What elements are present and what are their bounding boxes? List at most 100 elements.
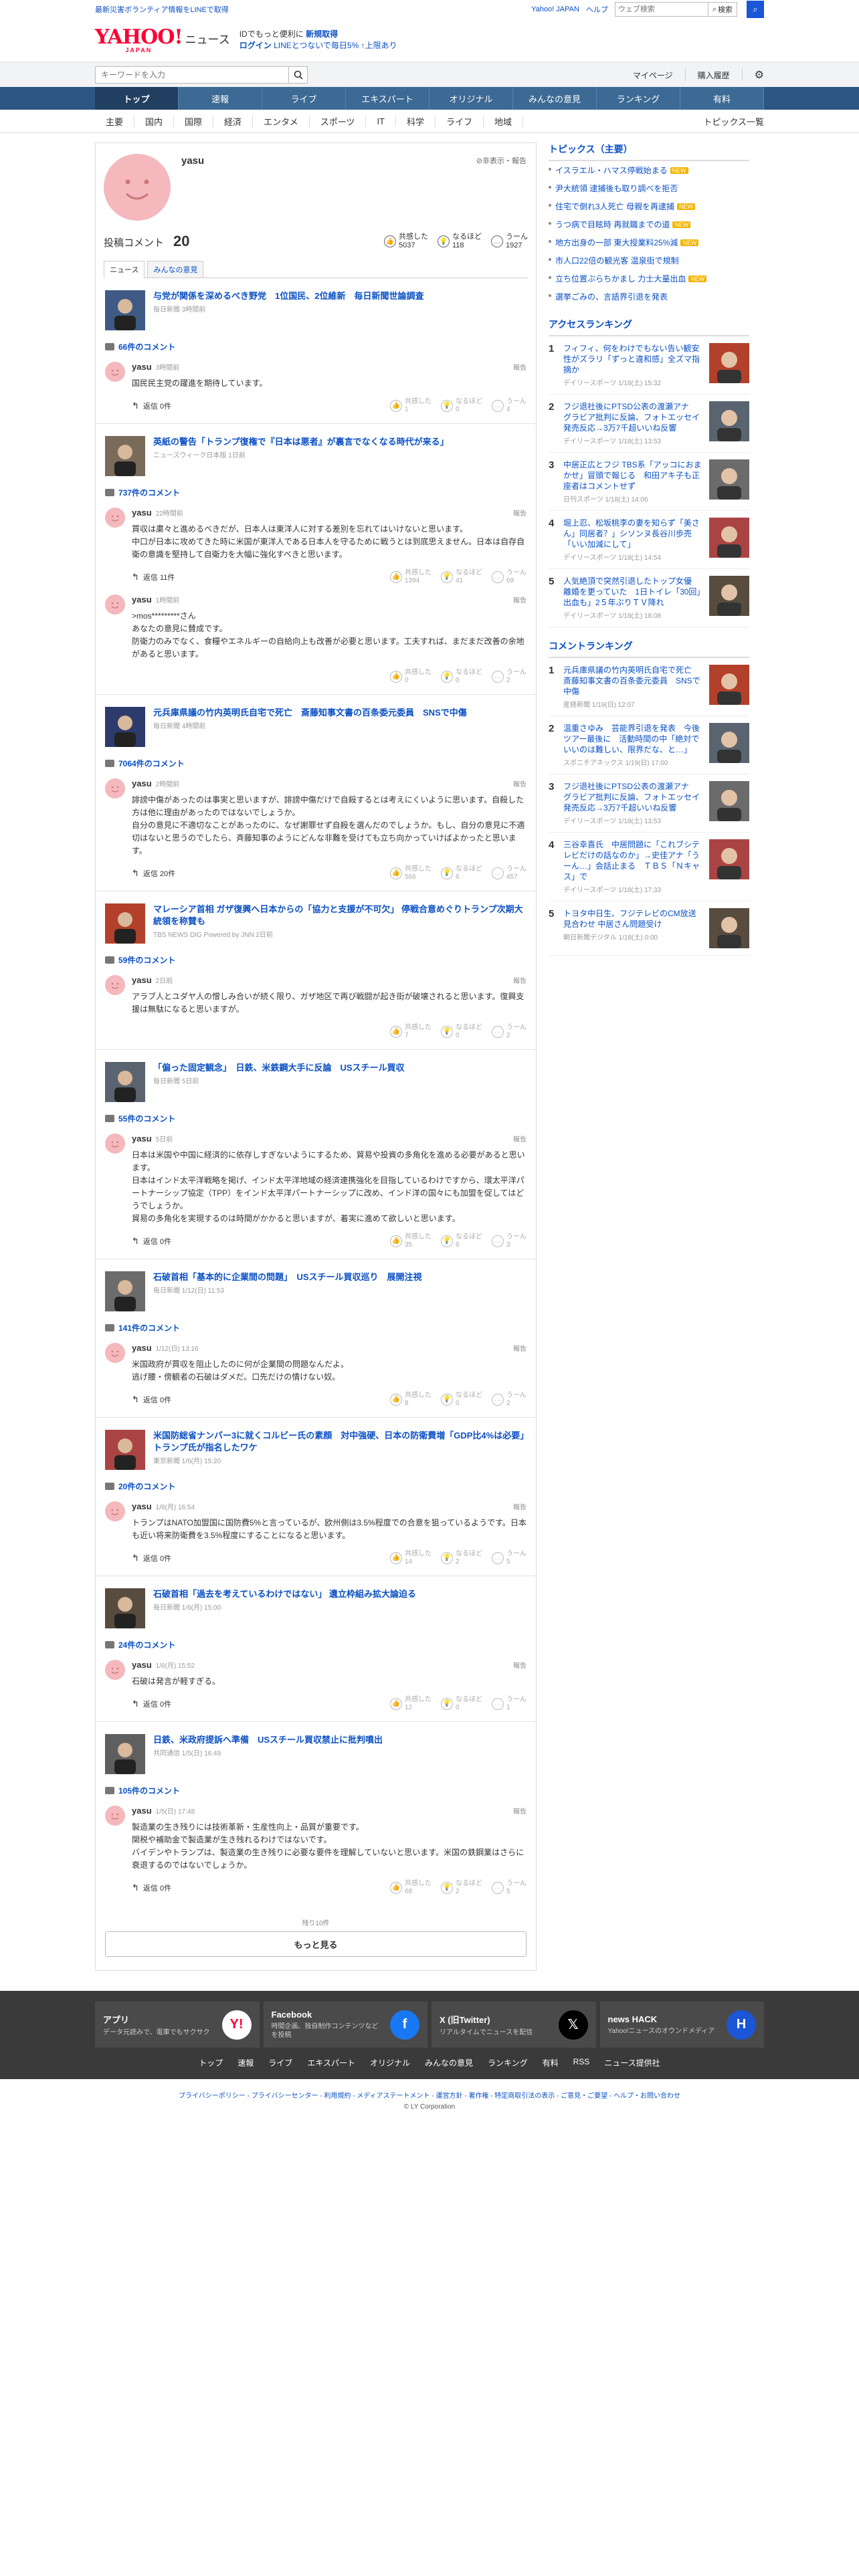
vote-button[interactable]: 💡 なるほど 0 [441, 1024, 482, 1040]
vote-button[interactable]: 💡 なるほど 0 [441, 1696, 482, 1712]
vote-button[interactable]: 👍 共感した 8 [390, 1392, 432, 1408]
ranking-item[interactable]: 5 トヨタ中日生、フジテレビのCM放送見合わせ 中居さん問題受け 朝日新聞デジタル … [549, 901, 749, 956]
article-title-link[interactable]: 英紙の警告「トランプ復権で『日本は悪者』が裏言でなくなる時代が来る」 [153, 437, 449, 447]
report-link[interactable]: 報告 [513, 595, 527, 605]
ranking-item[interactable]: 2 フジ退社後にPTSD公表の渡瀬アナ グラビア批判に反論、フォトエッセイ発売反応… [549, 395, 749, 453]
ranking-title[interactable]: 人気絶頂で突然引退したトップ女優 離婚を更っていた 1日トイレ「30回」出血も」… [563, 576, 704, 608]
ranking-title[interactable]: 堀上忍、松坂桃李の妻を知らず「美さん」同居者？」シソンヌ長谷川歩売「いい加減にし… [563, 518, 704, 550]
vote-button[interactable]: 👍 共感した 35 [390, 1233, 432, 1249]
ranking-item[interactable]: 5 人気絶頂で突然引退したトップ女優 離婚を更っていた 1日トイレ「30回」出血も… [549, 569, 749, 627]
nav-item[interactable]: トップ [95, 87, 179, 110]
article-title-link[interactable]: 米国防総省ナンバー3に就くコルビー氏の素顔 対中強硬、日本の防衛費増「GDP比4… [153, 1430, 524, 1453]
yahoo-japan-link[interactable]: Yahoo! JAPAN [531, 5, 579, 13]
vote-button[interactable]: 💡 なるほど 0 [441, 398, 482, 414]
vote-button[interactable]: 💡 なるほど 6 [441, 865, 482, 881]
vote-button[interactable]: … うーん 3 [492, 1233, 527, 1249]
vote-button[interactable]: 👍 共感した 566 [390, 865, 432, 881]
vote-button[interactable]: 💡 なるほど 41 [441, 569, 482, 585]
reply-button[interactable]: ↰ 返信 0件 [132, 1394, 171, 1405]
new-account-link[interactable]: 新規取得 [306, 29, 338, 39]
vote-button[interactable]: 👍 共感した 0 [390, 669, 432, 685]
topic-item[interactable]: 市人口22倍の観光客 温泉街で規制 [549, 251, 749, 270]
reply-button[interactable]: ↰ 返信 11件 [132, 572, 175, 582]
app-link[interactable]: X (旧Twitter) リアルタイムでニュースを配信 𝕏 [432, 2002, 596, 2048]
ranking-item[interactable]: 4 堀上忍、松坂桃李の妻を知らず「美さん」同居者？」シソンヌ長谷川歩売「いい加減に… [549, 511, 749, 569]
vote-button[interactable]: … うーん 2 [492, 1392, 527, 1408]
reply-button[interactable]: ↰ 返信 0件 [132, 1699, 171, 1709]
ranking-item[interactable]: 3 フジ退社後にPTSD公表の渡瀬アナ グラビア批判に反論、フォトエッセイ発売反応… [549, 774, 749, 833]
comment-count-link[interactable]: 7064件のコメント [105, 758, 527, 769]
nav-item[interactable]: オリジナル [430, 87, 513, 110]
category-item[interactable]: IT [366, 116, 396, 126]
ranking-title[interactable]: フジ退社後にPTSD公表の渡瀬アナ グラビア批判に反論、フォトエッセイ発売反応→… [563, 781, 704, 813]
vote-button[interactable]: 👍 共感した 7 [390, 1024, 432, 1040]
footer-nav-item[interactable]: エキスパート [307, 2057, 355, 2068]
ranking-item[interactable]: 4 三谷幸喜氏 中居問題に「これブシテレビだけの話なのか」→史佳アナ「うーん…」会… [549, 833, 749, 901]
comment-user[interactable]: yasu [132, 1501, 152, 1511]
purchase-history-link[interactable]: 購入履歴 [698, 70, 730, 81]
nav-item[interactable]: ランキング [597, 87, 680, 110]
app-link[interactable]: アプリ データ元読みで、電車でもサクサク Y! [95, 2002, 260, 2048]
vote-button[interactable]: … うーん 5 [492, 1550, 527, 1566]
comment-count-link[interactable]: 59件のコメント [105, 954, 527, 966]
reply-button[interactable]: ↰ 返信 20件 [132, 868, 175, 879]
report-link[interactable]: 報告 [513, 362, 527, 372]
report-link[interactable]: 報告 [513, 1660, 527, 1670]
reply-button[interactable]: ↰ 返信 0件 [132, 1236, 171, 1247]
category-item[interactable]: 科学 [396, 114, 436, 128]
report-link[interactable]: 報告 [513, 778, 527, 788]
vote-button[interactable]: 👍 共感した 14 [390, 1550, 432, 1566]
comment-user[interactable]: yasu [132, 778, 152, 788]
category-item[interactable]: 国際 [174, 114, 214, 128]
article-thumbnail[interactable] [105, 1588, 145, 1628]
vote-button[interactable]: … うーん 5 [492, 1880, 527, 1896]
vote-button[interactable]: … うーん 4 [492, 398, 527, 414]
topic-item[interactable]: うつ病で目眩時 再就職までの道 NEW [549, 215, 749, 233]
category-item[interactable]: 主要 [95, 114, 135, 128]
reply-button[interactable]: ↰ 返信 0件 [132, 1883, 171, 1893]
report-link[interactable]: 報告 [513, 1134, 527, 1144]
article-title-link[interactable]: マレーシア首相 ガザ復興へ日本からの「協力と支援が不可欠」 停戦合意めぐりトラン… [153, 904, 523, 926]
vote-button[interactable]: 💡 なるほど 6 [441, 1233, 482, 1249]
comment-count-link[interactable]: 24件のコメント [105, 1639, 527, 1650]
footer-nav-item[interactable]: ライブ [268, 2057, 292, 2068]
load-more-button[interactable]: もっと見る [105, 1931, 527, 1957]
disaster-volunteer-link[interactable]: 最新災害ボランティア情報をLINEで取得 [95, 4, 229, 15]
ranking-title[interactable]: 元兵庫県議の竹内英明氏自宅で死亡 斎藤知事文書の百条委元委員 SNSで中傷 [563, 665, 704, 697]
tab-opinions[interactable]: みんなの意見 [147, 261, 204, 278]
footer-nav-item[interactable]: RSS [573, 2057, 590, 2068]
mypage-link[interactable]: マイページ [633, 70, 673, 81]
ranking-title[interactable]: 中居正広とフジ TBS系「アッコにおまかせ」冒頭で報じる 和田アキ子も正座者はコ… [563, 459, 704, 492]
article-thumbnail[interactable] [105, 1271, 145, 1311]
ranking-title[interactable]: フィフィ、何をわけでもない告い観安性がズラリ「ずっと違和感」全ズマ指摘か [563, 343, 704, 375]
vote-button[interactable]: 👍 共感した 12 [390, 1696, 432, 1712]
tab-news[interactable]: ニュース [104, 261, 145, 278]
article-thumbnail[interactable] [105, 707, 145, 747]
nav-item[interactable]: 速報 [179, 87, 262, 110]
category-item[interactable]: ライフ [436, 114, 484, 128]
vote-button[interactable]: 👍 共感した 68 [390, 1880, 432, 1896]
vote-button[interactable]: 💡 なるほど 2 [441, 1550, 482, 1566]
topic-item[interactable]: 選挙ごみの、言語界引退を発表 [549, 288, 749, 306]
search-icon[interactable] [289, 66, 308, 84]
article-title-link[interactable]: 与党が関係を深めるべき野党 1位国民、2位維新 毎日新聞世論調査 [153, 291, 423, 301]
web-search-button[interactable]: ⌕ 検索 [708, 2, 737, 17]
article-title-link[interactable]: 「偏った固定観念」 日鉄、米鉄鋼大手に反論 USスチール買収 [153, 1063, 405, 1073]
footer-nav-item[interactable]: 有料 [543, 2057, 559, 2068]
topic-item[interactable]: 尹大統領 逮捕後も取り調べを拒否 [549, 179, 749, 197]
ranking-item[interactable]: 1 フィフィ、何をわけでもない告い観安性がズラリ「ずっと違和感」全ズマ指摘か デイリ… [549, 336, 749, 395]
report-link[interactable]: 報告 [513, 975, 527, 985]
ranking-title[interactable]: フジ退社後にPTSD公表の渡瀬アナ グラビア批判に反論、フォトエッセイ発売反応→… [563, 401, 704, 433]
category-item[interactable]: 地域 [484, 114, 524, 128]
comment-user[interactable]: yasu [132, 1134, 152, 1144]
search-go-icon[interactable]: ⌕ [747, 1, 764, 18]
ranking-item[interactable]: 3 中居正広とフジ TBS系「アッコにおまかせ」冒頭で報じる 和田アキ子も正座者は… [549, 453, 749, 511]
comment-count-link[interactable]: 20件のコメント [105, 1481, 527, 1492]
login-link[interactable]: ログイン [240, 41, 272, 50]
topic-item[interactable]: イスラエル・ハマス停戦始まる NEW [549, 161, 749, 179]
category-item[interactable]: スポーツ [310, 114, 367, 128]
vote-button[interactable]: … うーん 2 [492, 1024, 527, 1040]
article-thumbnail[interactable] [105, 290, 145, 330]
footer-nav-item[interactable]: オリジナル [370, 2057, 410, 2068]
vote-button[interactable]: 💡 なるほど 0 [441, 669, 482, 685]
